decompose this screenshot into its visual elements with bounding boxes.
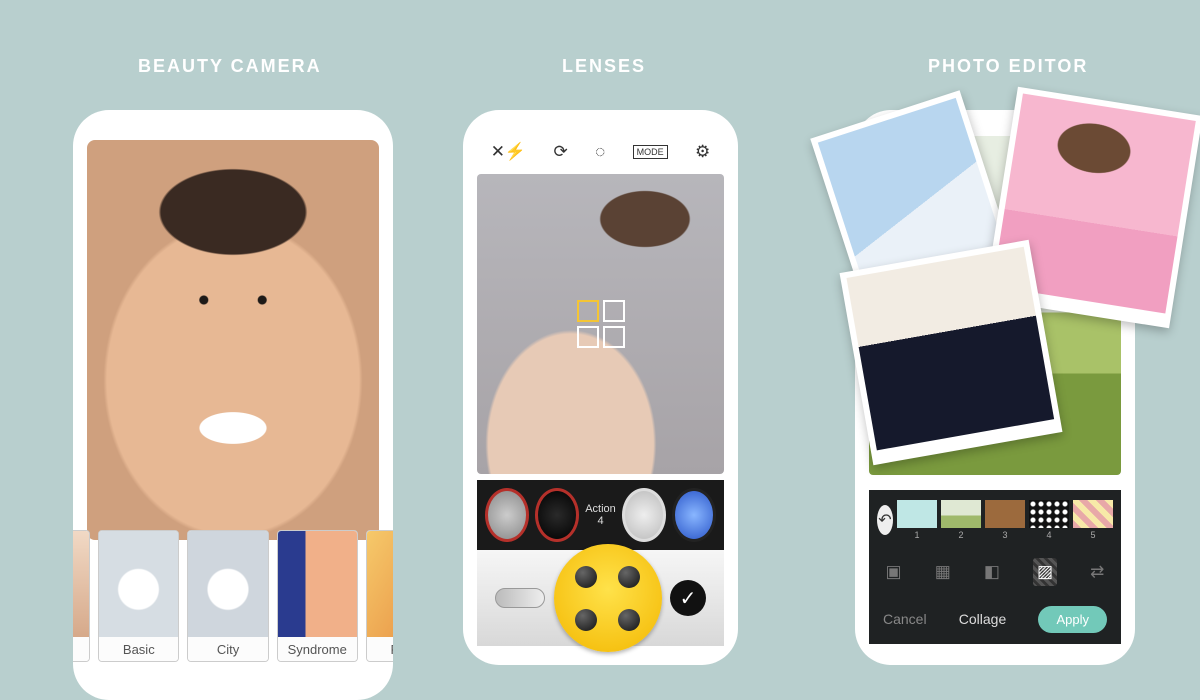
lens-carousel[interactable]: Action 4	[477, 480, 724, 550]
tool-tune-icon[interactable]: ⇄	[1090, 562, 1104, 582]
filter-city[interactable]: City	[187, 530, 268, 662]
swatch-number: 3	[1002, 530, 1007, 540]
background-swatch[interactable]: 2	[941, 500, 981, 540]
filter-label: Basic	[99, 637, 178, 661]
lens-option[interactable]	[622, 488, 666, 542]
camera-controls: ✓	[477, 550, 724, 646]
lens-option[interactable]	[672, 488, 716, 542]
filter-beauty[interactable]: Beauty	[73, 530, 90, 662]
phone-beauty-camera: Beauty Basic City Syndrome Film2	[73, 110, 393, 700]
filter-strip: Beauty Basic City Syndrome Film2	[73, 530, 393, 660]
title-beauty: BEAUTY CAMERA	[138, 56, 322, 77]
tool-layout-icon[interactable]: ▦	[935, 562, 951, 582]
camera-preview	[87, 140, 379, 540]
polaroid-photo	[840, 240, 1063, 465]
filter-syndrome[interactable]: Syndrome	[277, 530, 358, 662]
phone-lenses: ✕⚡ ⟳ ◌ MODE ⚙ Action 4 ✓	[463, 110, 738, 665]
filter-label: Syndrome	[278, 637, 357, 661]
undo-button[interactable]: ↶	[877, 505, 893, 535]
tool-card-icon[interactable]: ◧	[984, 562, 1000, 582]
switch-camera-icon[interactable]: ⟳	[554, 142, 568, 162]
editor-footer: Cancel Collage Apply	[869, 594, 1121, 644]
background-row: ↶ 1 2 3 4 5	[869, 490, 1121, 550]
selected-lens-label: Action 4	[585, 503, 616, 527]
filter-film2[interactable]: Film2	[366, 530, 393, 662]
swatch-number: 2	[958, 530, 963, 540]
filter-label: City	[188, 637, 267, 661]
confirm-button[interactable]: ✓	[670, 580, 706, 616]
swatch-number: 1	[914, 530, 919, 540]
grid-overlay-icon	[577, 300, 625, 348]
cancel-button[interactable]: Cancel	[883, 611, 927, 627]
editor-mode-label: Collage	[959, 611, 1006, 627]
title-editor: PHOTO EDITOR	[928, 56, 1088, 77]
background-swatch[interactable]: 5	[1073, 500, 1113, 540]
background-swatch[interactable]: 4	[1029, 500, 1069, 540]
mode-button[interactable]: MODE	[633, 145, 668, 159]
title-lenses: LENSES	[562, 56, 646, 77]
flash-icon[interactable]: ✕⚡	[491, 142, 526, 162]
swatch-number: 5	[1090, 530, 1095, 540]
background-swatch[interactable]: 1	[897, 500, 937, 540]
apply-button[interactable]: Apply	[1038, 606, 1107, 633]
filter-basic[interactable]: Basic	[98, 530, 179, 662]
viewfinder	[477, 174, 724, 474]
swatch-number: 4	[1046, 530, 1051, 540]
shutter-button[interactable]	[554, 544, 662, 652]
exposure-slider[interactable]	[495, 588, 545, 608]
gear-icon[interactable]: ⚙	[695, 142, 710, 162]
lens-option[interactable]	[535, 488, 579, 542]
drop-icon[interactable]: ◌	[595, 142, 605, 162]
camera-toolbar: ✕⚡ ⟳ ◌ MODE ⚙	[477, 136, 724, 168]
tool-pattern-icon[interactable]: ▨	[1033, 558, 1057, 586]
filter-label: Film2	[367, 637, 393, 661]
editor-tool-tabs: ▣ ▦ ◧ ▨ ⇄	[869, 550, 1121, 594]
background-swatch[interactable]: 3	[985, 500, 1025, 540]
tool-image-icon[interactable]: ▣	[886, 562, 902, 582]
filter-label: Beauty	[73, 637, 89, 661]
lens-option[interactable]	[485, 488, 529, 542]
